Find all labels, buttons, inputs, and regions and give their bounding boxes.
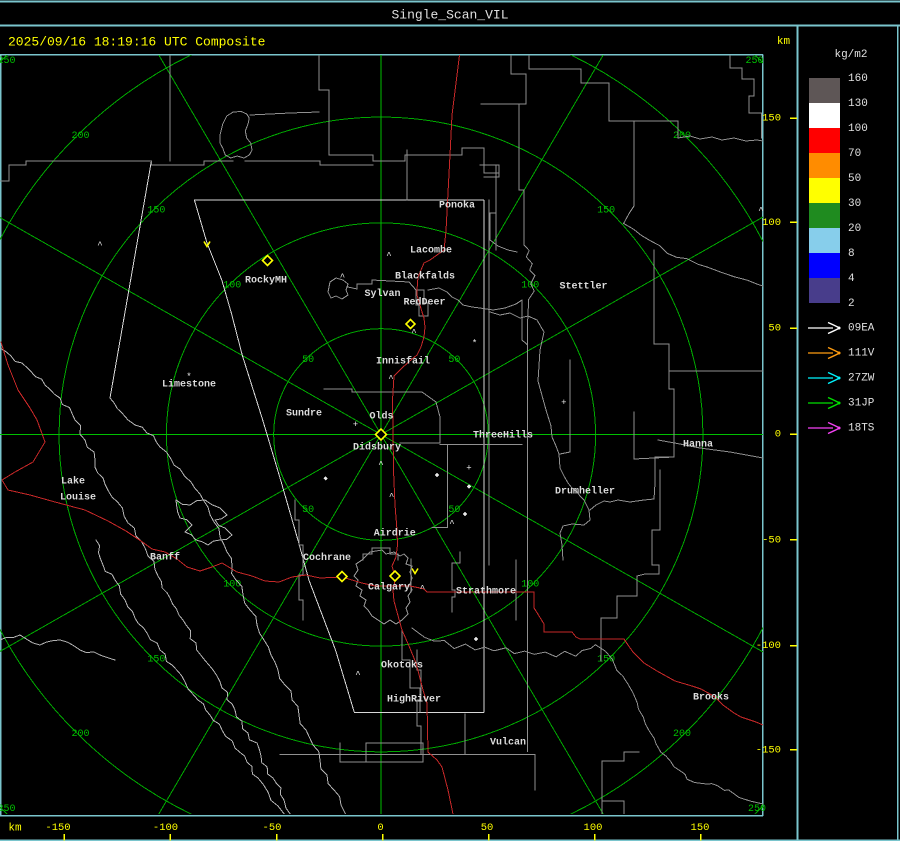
svg-text:Limestone: Limestone [162, 379, 216, 391]
svg-text:^: ^ [758, 206, 763, 216]
svg-text:100: 100 [762, 217, 781, 229]
svg-text:100: 100 [223, 280, 241, 291]
svg-text:km: km [777, 36, 791, 48]
svg-text:09EA: 09EA [848, 323, 875, 335]
svg-text:100: 100 [848, 123, 868, 135]
svg-text:70: 70 [848, 148, 861, 160]
svg-text:160: 160 [848, 73, 868, 85]
svg-text:50: 50 [302, 505, 314, 516]
svg-text:kg/m2: kg/m2 [834, 49, 867, 61]
svg-text:130: 130 [848, 98, 868, 110]
svg-text:30: 30 [848, 198, 861, 210]
svg-text:^: ^ [389, 492, 394, 502]
svg-text:50: 50 [448, 355, 460, 366]
svg-text:Lake: Lake [61, 476, 85, 488]
svg-text:^: ^ [97, 241, 102, 251]
svg-text:^: ^ [388, 374, 393, 384]
svg-text:50: 50 [768, 323, 781, 335]
svg-text:150: 150 [147, 654, 165, 665]
svg-text:111V: 111V [848, 348, 875, 360]
svg-text:200: 200 [71, 131, 89, 142]
svg-text:50: 50 [448, 505, 460, 516]
svg-text:Calgary: Calgary [368, 582, 410, 594]
svg-text:50: 50 [481, 822, 494, 834]
svg-text:-100: -100 [153, 822, 178, 834]
svg-text:Stettler: Stettler [559, 281, 607, 293]
svg-text:150: 150 [147, 206, 165, 217]
svg-text:^: ^ [340, 273, 345, 283]
svg-text:200: 200 [71, 729, 89, 740]
svg-text:Olds: Olds [369, 411, 393, 423]
svg-text:18TS: 18TS [848, 423, 875, 435]
svg-text:Airdrie: Airdrie [374, 528, 416, 540]
svg-text:150: 150 [691, 822, 710, 834]
svg-text:100: 100 [521, 280, 539, 291]
svg-text:8: 8 [848, 248, 855, 260]
svg-text:150: 150 [762, 113, 781, 125]
svg-text:ThreeHills: ThreeHills [473, 430, 533, 442]
svg-text:HighRiver: HighRiver [387, 694, 441, 706]
svg-text:31JP: 31JP [848, 398, 875, 410]
svg-text:4: 4 [848, 273, 855, 285]
svg-text:250: 250 [745, 56, 763, 67]
svg-text:-50: -50 [263, 822, 282, 834]
svg-text:^: ^ [386, 251, 391, 261]
svg-text:Banff: Banff [150, 552, 180, 564]
svg-text:Strathmore: Strathmore [456, 586, 516, 598]
svg-text:0: 0 [377, 822, 383, 834]
svg-text:150: 150 [597, 206, 615, 217]
svg-text:50: 50 [848, 173, 861, 185]
svg-text:Innisfail: Innisfail [376, 356, 430, 368]
svg-text:+: + [353, 420, 358, 430]
svg-text:2: 2 [848, 298, 855, 310]
svg-text:2025/09/16 18:19:16 UTC Compos: 2025/09/16 18:19:16 UTC Composite [8, 35, 265, 50]
svg-text:Okotoks: Okotoks [381, 660, 423, 672]
svg-text:^: ^ [411, 328, 416, 338]
svg-text:Hanna: Hanna [683, 440, 713, 451]
svg-text:RockyMH: RockyMH [245, 275, 287, 287]
svg-text:Sundre: Sundre [286, 408, 322, 420]
svg-text:0: 0 [775, 429, 781, 441]
svg-text:Blackfalds: Blackfalds [395, 271, 455, 283]
svg-text:Lacombe: Lacombe [410, 245, 452, 257]
svg-text:-50: -50 [762, 534, 781, 546]
svg-text:250: 250 [0, 56, 16, 67]
svg-text:Cochrane: Cochrane [303, 552, 351, 564]
svg-text:200: 200 [673, 729, 691, 740]
svg-text:27ZW: 27ZW [848, 373, 875, 385]
svg-text:^: ^ [378, 460, 383, 470]
svg-text:Louise: Louise [60, 492, 96, 504]
svg-text:-150: -150 [756, 744, 781, 756]
svg-text:Sylvan: Sylvan [364, 288, 400, 300]
svg-text:Didsbury: Didsbury [353, 442, 401, 454]
svg-text:Brooks: Brooks [693, 692, 729, 704]
svg-text:Vulcan: Vulcan [490, 737, 526, 749]
svg-text:50: 50 [302, 355, 314, 366]
svg-text:100: 100 [521, 580, 539, 591]
svg-text:Single_Scan_VIL: Single_Scan_VIL [391, 8, 508, 23]
svg-text:250: 250 [0, 804, 16, 815]
svg-text:^: ^ [420, 584, 425, 594]
svg-text:*: * [472, 338, 477, 348]
svg-text:^: ^ [449, 519, 454, 529]
svg-text:^: ^ [355, 670, 360, 680]
svg-text:Ponoka: Ponoka [439, 200, 475, 212]
svg-text:Drumheller: Drumheller [555, 486, 615, 498]
svg-text:+: + [466, 464, 471, 474]
svg-text:-150: -150 [45, 822, 70, 834]
svg-text:-100: -100 [756, 640, 781, 652]
svg-text:RedDeer: RedDeer [403, 297, 445, 309]
svg-text:+: + [561, 398, 566, 408]
svg-text:20: 20 [848, 223, 861, 235]
svg-text:km: km [8, 823, 22, 835]
svg-text:100: 100 [584, 822, 603, 834]
svg-text:100: 100 [223, 580, 241, 591]
svg-text:250: 250 [748, 804, 766, 815]
